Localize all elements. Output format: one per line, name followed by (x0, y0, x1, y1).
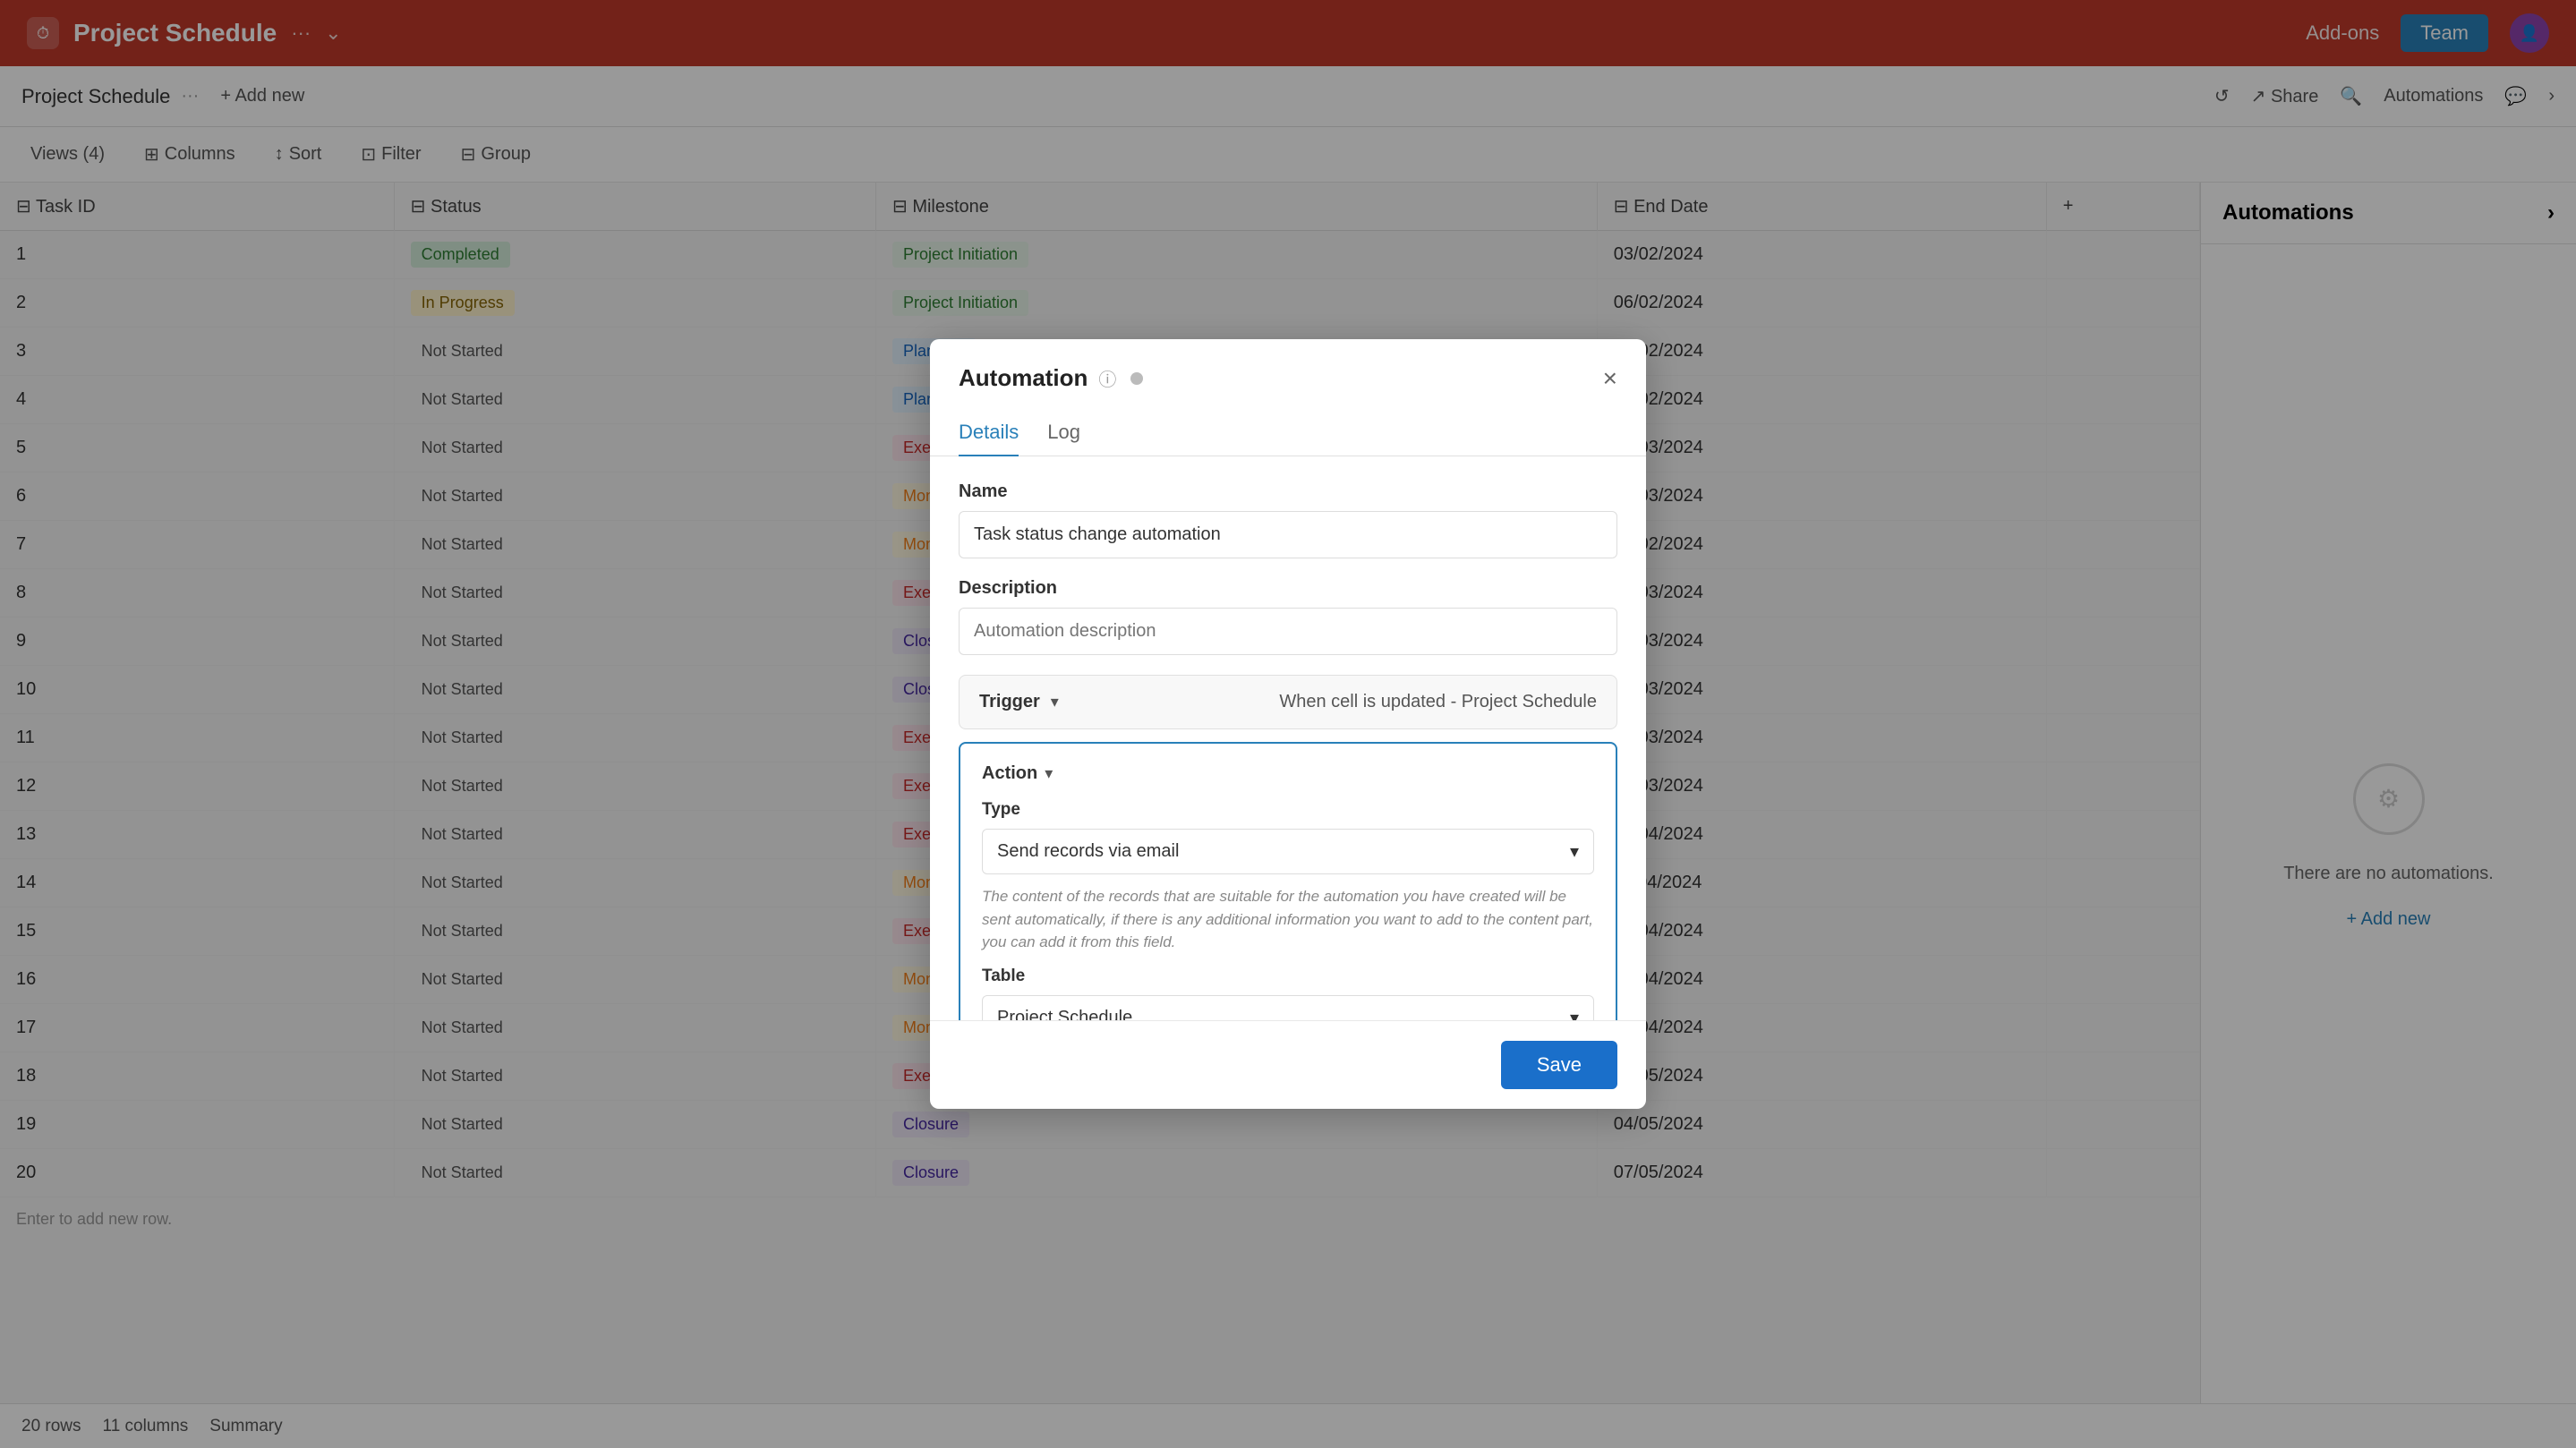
modal-body: Name Description Trigger ▾ When cell is … (930, 456, 1646, 1020)
action-label: Action (982, 763, 1037, 784)
action-header: Action ▾ (982, 763, 1594, 784)
modal-title: Automation (959, 364, 1088, 392)
trigger-chevron-icon: ▾ (1051, 693, 1059, 711)
automation-modal: Automation ⓘ × Details Log Name Descript… (930, 339, 1646, 1109)
type-value: Send records via email (997, 841, 1179, 862)
modal-overlay: Automation ⓘ × Details Log Name Descript… (0, 0, 2576, 1448)
name-label: Name (959, 481, 1617, 502)
info-icon[interactable]: ⓘ (1098, 365, 1116, 391)
desc-label: Description (959, 578, 1617, 599)
type-chevron-icon: ▾ (1570, 840, 1579, 863)
modal-footer: Save (930, 1020, 1646, 1109)
modal-header: Automation ⓘ × (930, 339, 1646, 410)
helper-text: The content of the records that are suit… (982, 885, 1594, 954)
modal-tabs: Details Log (930, 410, 1646, 456)
tab-log[interactable]: Log (1047, 410, 1080, 456)
trigger-label: Trigger (979, 692, 1040, 712)
tab-details[interactable]: Details (959, 410, 1019, 456)
table-value: Project Schedule (997, 1008, 1132, 1021)
trigger-value: When cell is updated - Project Schedule (1279, 692, 1597, 712)
table-chevron-icon: ▾ (1570, 1007, 1579, 1021)
save-button[interactable]: Save (1501, 1041, 1617, 1089)
table-label: Table (982, 967, 1594, 986)
table-select[interactable]: Project Schedule ▾ (982, 995, 1594, 1021)
action-chevron-icon[interactable]: ▾ (1045, 764, 1053, 783)
action-block: Action ▾ Type Send records via email ▾ T… (959, 742, 1617, 1020)
type-select[interactable]: Send records via email ▾ (982, 829, 1594, 874)
trigger-block[interactable]: Trigger ▾ When cell is updated - Project… (959, 675, 1617, 729)
name-input[interactable] (959, 511, 1617, 558)
desc-input[interactable] (959, 608, 1617, 655)
type-label: Type (982, 800, 1594, 820)
status-dot (1130, 372, 1143, 385)
modal-close-button[interactable]: × (1603, 366, 1617, 391)
